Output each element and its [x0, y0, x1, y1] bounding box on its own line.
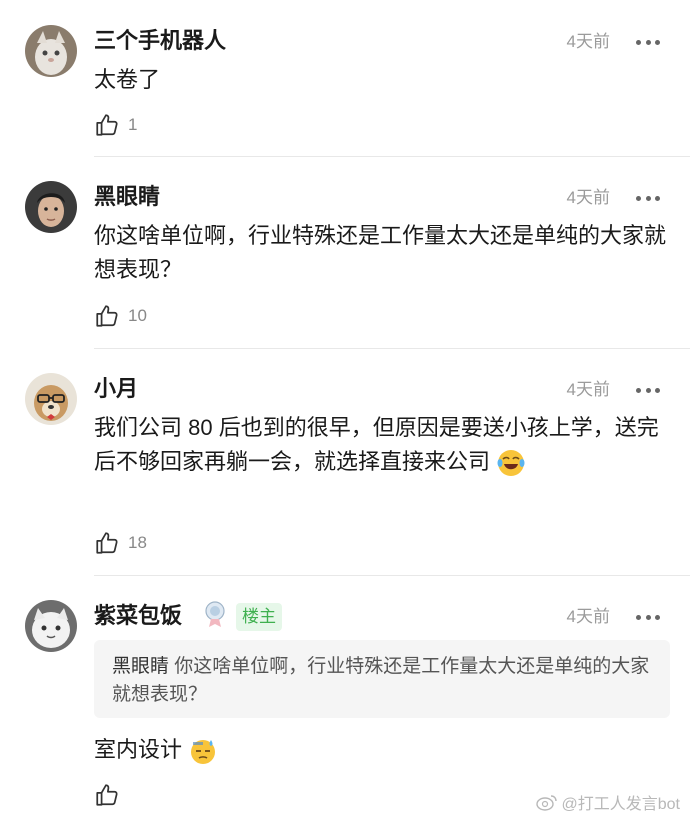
- thumbs-up-icon: [96, 305, 118, 327]
- username[interactable]: 紫菜包饭: [94, 602, 182, 630]
- like-button[interactable]: [94, 781, 128, 809]
- like-button[interactable]: 18: [94, 529, 147, 557]
- timestamp: 4天前: [566, 380, 610, 399]
- username[interactable]: 黑眼睛: [94, 183, 160, 211]
- avatar[interactable]: [25, 600, 77, 652]
- like-button[interactable]: 10: [94, 302, 147, 330]
- comment-text: 室内设计: [94, 733, 669, 767]
- like-count: 1: [128, 115, 138, 134]
- more-dots-icon[interactable]: [636, 186, 660, 210]
- op-badge: 楼主: [236, 603, 282, 631]
- more-dots-icon[interactable]: [636, 30, 660, 54]
- more-dots-icon[interactable]: [636, 378, 660, 402]
- weibo-icon: [535, 795, 557, 811]
- comment-item: 三个手机器人 4天前 太卷了 1: [0, 0, 690, 157]
- watermark: @打工人发言bot: [535, 790, 681, 814]
- quoted-username: 黑眼睛: [112, 656, 170, 677]
- sweat-emoji: [188, 736, 218, 766]
- thumbs-up-icon: [96, 114, 118, 136]
- comment-text-content: 室内设计: [94, 737, 183, 762]
- like-count: 18: [128, 533, 147, 552]
- thumbs-up-icon: [96, 784, 118, 806]
- quoted-comment[interactable]: 黑眼睛 你这啥单位啊，行业特殊还是工作量太大还是单纯的大家就想表现？: [94, 640, 670, 718]
- tears-of-joy-emoji: [496, 448, 526, 478]
- timestamp: 4天前: [566, 607, 610, 626]
- comment-item: 小月 4天前 我们公司 80 后也到的很早，但原因是要送小孩上学，送完后不够回家…: [0, 349, 690, 576]
- medal-icon: [202, 600, 228, 628]
- thumbs-up-icon: [96, 532, 118, 554]
- avatar[interactable]: [25, 373, 77, 425]
- username[interactable]: 小月: [94, 375, 138, 403]
- quoted-text: 你这啥单位啊，行业特殊还是工作量太大还是单纯的大家就想表现？: [112, 656, 650, 705]
- comment-text-content: 我们公司 80 后也到的很早，但原因是要送小孩上学，送完后不够回家再躺一会，就选…: [94, 415, 659, 474]
- timestamp: 4天前: [566, 32, 610, 51]
- username[interactable]: 三个手机器人: [94, 27, 226, 55]
- comment-item: 黑眼睛 4天前 你这啥单位啊，行业特殊还是工作量太大还是单纯的大家就想表现？ 1…: [0, 157, 690, 349]
- comment-text: 我们公司 80 后也到的很早，但原因是要送小孩上学，送完后不够回家再躺一会，就选…: [94, 411, 669, 479]
- like-count: 10: [128, 306, 147, 325]
- comment-item: 紫菜包饭 楼主 4天前 黑眼睛 你这啥单位啊，行业特殊还是工作量太大还是单纯的大…: [0, 576, 690, 822]
- comment-text: 太卷了: [94, 67, 161, 92]
- avatar[interactable]: [25, 25, 77, 77]
- comment-text: 你这啥单位啊，行业特殊还是工作量太大还是单纯的大家就想表现？: [94, 223, 667, 282]
- timestamp: 4天前: [566, 188, 610, 207]
- more-dots-icon[interactable]: [636, 605, 660, 629]
- like-button[interactable]: 1: [94, 111, 137, 139]
- avatar[interactable]: [25, 181, 77, 233]
- watermark-text: @打工人发言bot: [561, 796, 681, 813]
- comment-list: 三个手机器人 4天前 太卷了 1 黑眼睛 4天前 你这啥单位啊，行业特殊还是工作…: [0, 0, 690, 822]
